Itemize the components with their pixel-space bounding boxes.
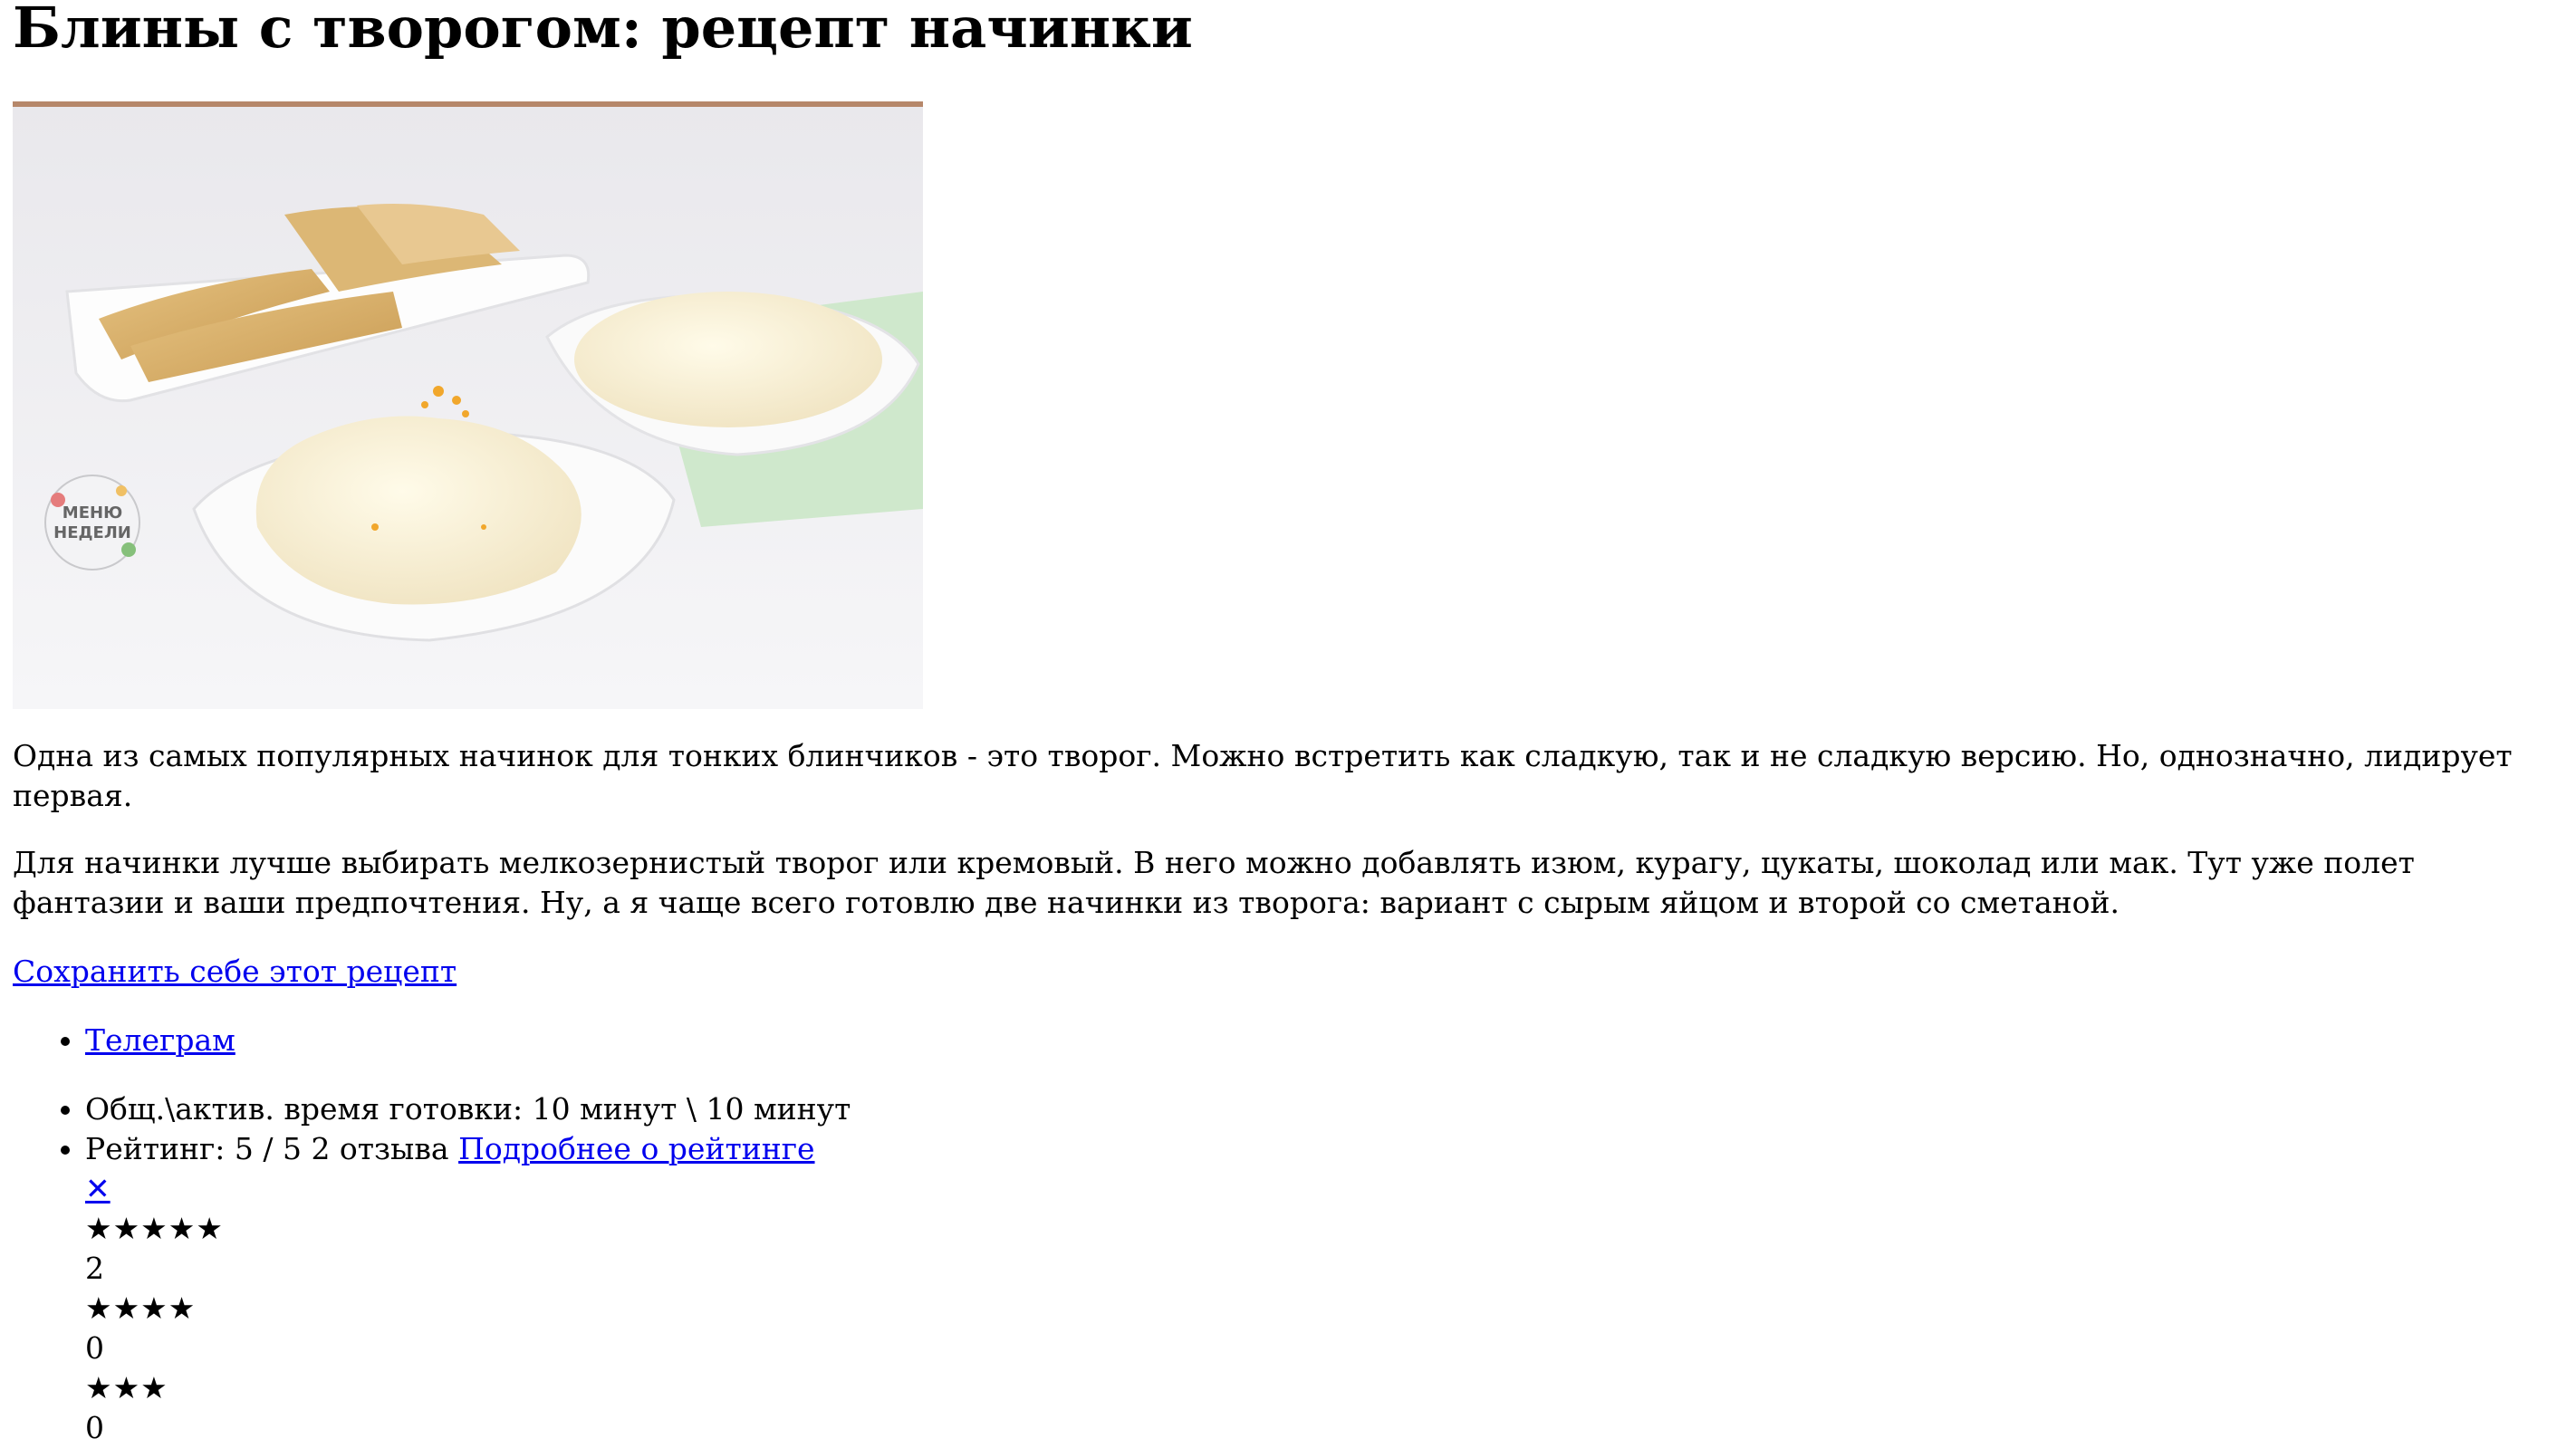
watermark-logo: МЕНЮ НЕДЕЛИ (44, 475, 140, 571)
cooking-time: Общ.\актив. время готовки: 10 минут \ 10… (85, 1089, 2576, 1129)
five-stars-count: 2 (85, 1251, 104, 1286)
telegram-link[interactable]: Телеграм (85, 1022, 235, 1058)
four-stars-count: 0 (85, 1330, 104, 1366)
save-recipe-link[interactable]: Сохранить себе этот рецепт (13, 952, 457, 992)
four-stars-label: ★★★★ (85, 1290, 197, 1326)
rating-item: Рейтинг: 5 / 5 2 отзыва Подробнее о рейт… (85, 1129, 2576, 1448)
five-stars-label: ★★★★★ (85, 1211, 224, 1246)
recipe-meta-list: Общ.\актив. время готовки: 10 минут \ 10… (13, 1089, 2576, 1448)
rating-breakdown: ✕ ★★★★★ 2 ★★★★ 0 ★★★ 0 (85, 1169, 2576, 1448)
share-list: Телеграм (13, 1021, 2576, 1060)
recipe-photo: МЕНЮ НЕДЕЛИ (13, 101, 923, 709)
svg-text:НЕДЕЛИ: НЕДЕЛИ (53, 523, 131, 542)
filling-paragraph: Для начинки лучше выбирать мелкозернисты… (13, 845, 2415, 920)
three-stars-count: 0 (85, 1410, 104, 1445)
close-icon[interactable]: ✕ (85, 1171, 111, 1206)
page-title: Блины с творогом: рецепт начинки (13, 0, 1193, 61)
rating-summary: Рейтинг: 5 / 5 2 отзыва (85, 1131, 449, 1166)
share-item-telegram: Телеграм (85, 1021, 2576, 1060)
three-stars-label: ★★★ (85, 1370, 168, 1405)
rating-details-link[interactable]: Подробнее о рейтинге (458, 1131, 814, 1166)
svg-text:МЕНЮ: МЕНЮ (62, 503, 122, 523)
intro-paragraph: Одна из самых популярных начинок для тон… (13, 738, 2513, 813)
recipe-page: Блины с творогом: рецепт начинки МЕНЮ НЕ… (0, 0, 2576, 1448)
